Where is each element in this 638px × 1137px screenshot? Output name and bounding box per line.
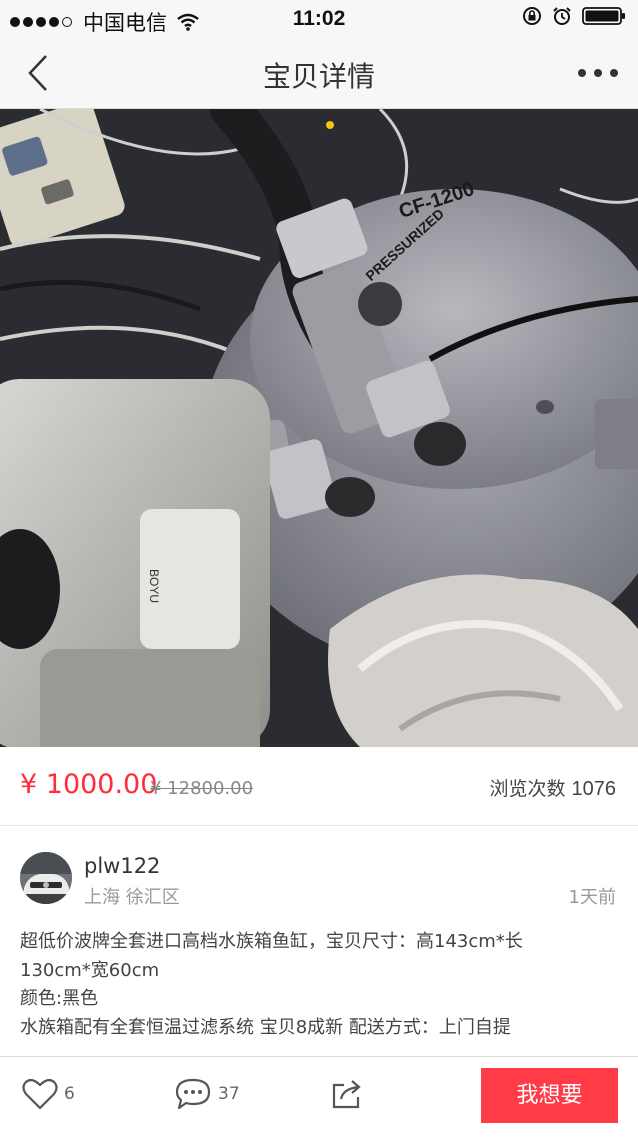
posted-time: 1天前 xyxy=(568,887,616,908)
more-dots-icon xyxy=(578,69,618,77)
rotation-lock-icon xyxy=(523,7,541,25)
battery-icon xyxy=(582,7,625,25)
price: ¥ 1000.00 xyxy=(20,769,158,800)
view-count-value: 1076 xyxy=(571,778,617,800)
description-line: 130cm*宽60cm xyxy=(20,959,160,981)
comment-count: 37 xyxy=(218,1084,240,1104)
share-button[interactable] xyxy=(330,1077,364,1111)
more-button[interactable] xyxy=(574,60,622,86)
nav-bar: 宝贝详情 xyxy=(0,38,638,109)
comment-icon xyxy=(175,1078,211,1110)
view-count: 浏览次数 1076 xyxy=(489,774,616,801)
description-line: 颜色:黑色 xyxy=(20,988,99,1009)
view-count-label: 浏览次数 xyxy=(489,778,566,800)
description-line: 水族箱配有全套恒温过滤系统 宝贝8成新 配送方式：上门自提 xyxy=(20,1016,511,1038)
original-price: ¥ 12800.00 xyxy=(150,778,254,799)
description-line: 超低价波牌全套进口高档水族箱鱼缸，宝贝尺寸：高143cm*长 xyxy=(20,931,523,952)
seller-location: 上海 徐汇区 xyxy=(84,887,180,908)
avatar[interactable] xyxy=(20,852,72,904)
product-photo-illustration: CF-1200 PRESSURIZED BOYU xyxy=(0,109,638,747)
status-bar: 中国电信 11:02 xyxy=(0,0,638,38)
page-title: 宝贝详情 xyxy=(262,60,375,93)
gallery-page-indicator xyxy=(326,121,334,129)
like-button[interactable]: 6 xyxy=(22,1077,75,1111)
alarm-icon xyxy=(553,7,571,25)
seller-info[interactable]: plw122 上海 徐汇区 1天前 xyxy=(0,826,638,918)
like-count: 6 xyxy=(64,1084,75,1104)
comment-button[interactable]: 37 xyxy=(174,1077,240,1111)
product-image[interactable]: CF-1200 PRESSURIZED BOYU xyxy=(0,109,638,747)
price-row: ¥ 1000.00 ¥ 12800.00 浏览次数 1076 xyxy=(0,747,638,826)
seller-username: plw122 xyxy=(84,854,161,878)
status-right xyxy=(512,6,626,26)
heart-icon xyxy=(22,1078,58,1110)
share-icon xyxy=(332,1080,361,1109)
image-text-brand: BOYU xyxy=(147,569,161,603)
want-button[interactable]: 我想要 xyxy=(481,1068,618,1123)
bottom-action-bar: 6 37 我想要 xyxy=(0,1056,638,1137)
item-description: 超低价波牌全套进口高档水族箱鱼缸，宝贝尺寸：高143cm*长 130cm*宽60… xyxy=(20,928,620,1042)
